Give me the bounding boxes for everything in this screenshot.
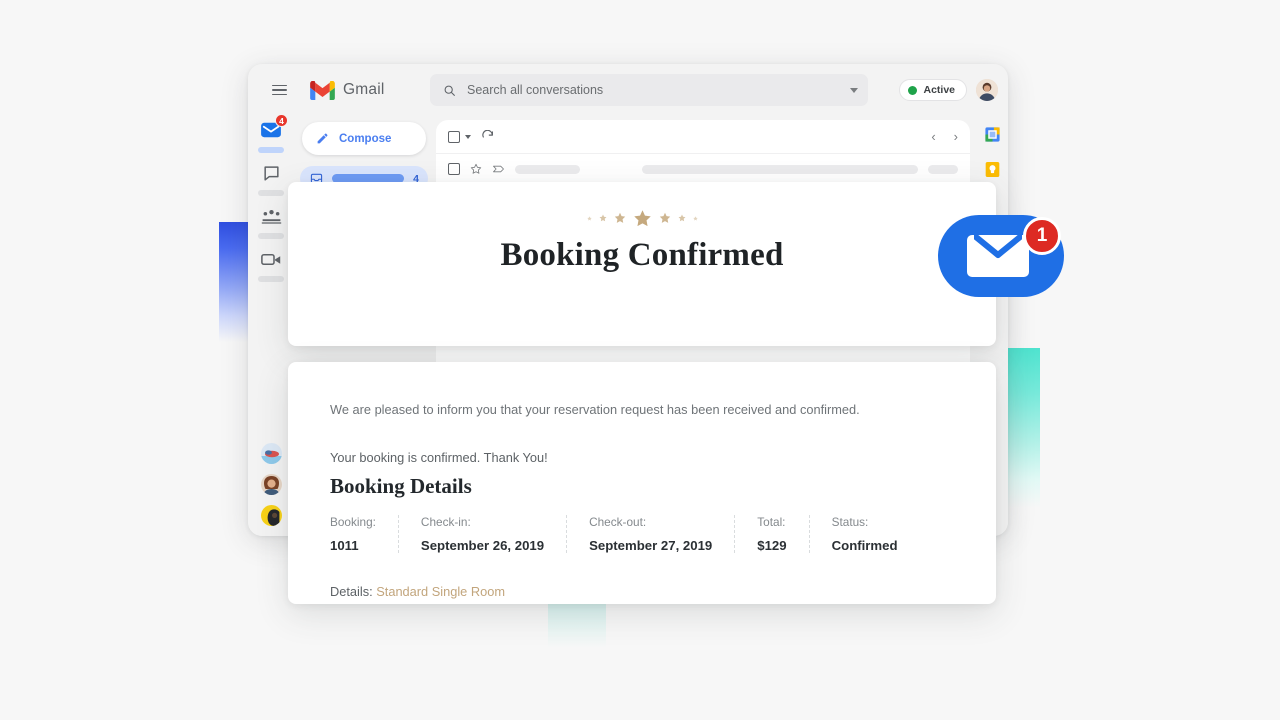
details-footer-label: Details: <box>330 584 373 600</box>
gmail-logo-icon <box>310 80 335 100</box>
envelope-flap-icon <box>974 235 1022 258</box>
status-badge: Confirmed <box>831 538 898 554</box>
star-icon <box>599 214 606 222</box>
detail-status: Status: Confirmed <box>832 515 898 553</box>
important-marker-icon[interactable] <box>492 163 505 175</box>
select-all-checkbox[interactable] <box>448 130 460 143</box>
mail-list-toolbar: ‹ › <box>436 120 970 154</box>
avatar-person-2 <box>260 505 282 526</box>
detail-value: $129 <box>757 538 787 554</box>
gmail-top-bar: Gmail Search all conversations Active <box>248 64 1008 116</box>
calendar-icon[interactable] <box>984 126 1001 143</box>
detail-booking: Booking: 1011 <box>330 515 399 554</box>
detail-check-in: Check-in: September 26, 2019 <box>420 515 568 554</box>
sidebar-item-spaces[interactable] <box>251 204 291 239</box>
detail-key: Status: <box>831 515 869 530</box>
star-icon <box>678 214 685 222</box>
sidebar-item-mail[interactable]: 4 <box>251 114 291 153</box>
sender-placeholder <box>515 164 580 174</box>
sidebar-item-label-placeholder <box>258 276 284 282</box>
refresh-icon[interactable] <box>481 129 495 144</box>
mail-icon: 4 <box>259 114 288 142</box>
chat-bubble-icon <box>259 161 283 185</box>
booking-details-heading: Booking Details <box>330 474 472 499</box>
search-icon <box>444 85 455 96</box>
rail-avatar-list <box>260 443 282 536</box>
subject-placeholder <box>642 164 918 174</box>
notification-badge-envelope[interactable]: 1 <box>938 215 1064 297</box>
star-icon <box>659 212 670 223</box>
envelope-icon <box>967 235 1029 277</box>
avatar-person-1 <box>260 474 282 495</box>
hamburger-menu-icon[interactable] <box>262 73 296 107</box>
detail-key: Booking: <box>330 515 376 530</box>
star-icon <box>692 215 698 221</box>
gmail-wordmark: Gmail <box>343 81 385 98</box>
email-header-card: Booking Confirmed <box>288 182 996 346</box>
mail-unread-badge: 4 <box>275 114 288 127</box>
thanks-paragraph: Your booking is confirmed. Thank You! <box>330 450 548 466</box>
star-icon <box>614 212 625 223</box>
compose-button[interactable]: Compose <box>302 122 426 155</box>
detail-value: 1011 <box>330 538 359 554</box>
table-row[interactable] <box>436 154 970 184</box>
detail-total: Total: $129 <box>757 515 810 554</box>
pencil-icon <box>317 133 328 144</box>
status-badge[interactable]: Active <box>899 79 967 101</box>
status-dot-icon <box>908 85 918 95</box>
date-placeholder <box>928 164 958 174</box>
decorative-blue-bar <box>219 222 249 342</box>
pagination-controls: ‹ › <box>931 130 958 143</box>
detail-check-out: Check-out: September 27, 2019 <box>589 515 736 554</box>
list-item[interactable] <box>260 505 282 526</box>
page-title: Booking Confirmed <box>500 237 784 273</box>
notification-count-badge: 1 <box>1023 217 1061 255</box>
avatar[interactable] <box>976 79 998 101</box>
booking-details-table: Booking: 1011 Check-in: September 26, 20… <box>330 515 954 554</box>
keep-icon[interactable] <box>985 161 1000 178</box>
sidebar-item-label-placeholder <box>258 233 284 239</box>
email-body-card: We are pleased to inform you that your r… <box>288 362 996 604</box>
spaces-people-icon <box>259 204 283 228</box>
list-item[interactable] <box>260 474 282 495</box>
avatar-image <box>976 79 998 101</box>
detail-key: Check-in: <box>420 515 471 530</box>
star-outline-icon[interactable] <box>470 163 482 175</box>
list-item[interactable] <box>260 443 282 464</box>
decorative-teal-block <box>548 600 606 648</box>
star-icon <box>633 209 651 226</box>
details-footer: Details: Standard Single Room <box>330 584 954 599</box>
star-icon <box>586 215 592 221</box>
status-label: Active <box>923 84 955 96</box>
sidebar-item-label-placeholder <box>258 190 284 196</box>
detail-value: September 27, 2019 <box>589 538 713 554</box>
detail-value: September 26, 2019 <box>420 538 545 554</box>
search-input[interactable]: Search all conversations <box>430 74 868 106</box>
avatar-landscape <box>260 443 282 464</box>
chevron-down-icon[interactable] <box>465 134 471 139</box>
search-placeholder: Search all conversations <box>467 83 604 97</box>
intro-paragraph: We are pleased to inform you that your r… <box>330 402 860 417</box>
gmail-brand[interactable]: Gmail <box>310 80 422 100</box>
chevron-right-icon[interactable]: › <box>954 130 958 143</box>
star-decoration <box>288 182 996 226</box>
room-type-link[interactable]: Standard Single Room <box>376 584 505 599</box>
sidebar-item-chat[interactable] <box>251 161 291 196</box>
chevron-left-icon[interactable]: ‹ <box>931 130 935 143</box>
chevron-down-icon[interactable] <box>850 87 858 93</box>
sidebar-item-label-placeholder <box>258 147 284 153</box>
sidebar-item-meet[interactable] <box>251 247 291 282</box>
detail-key: Total: <box>757 515 786 530</box>
checkbox-icon[interactable] <box>448 163 460 175</box>
compose-label: Compose <box>339 132 392 145</box>
detail-key: Check-out: <box>589 515 647 530</box>
video-camera-icon <box>259 247 283 271</box>
